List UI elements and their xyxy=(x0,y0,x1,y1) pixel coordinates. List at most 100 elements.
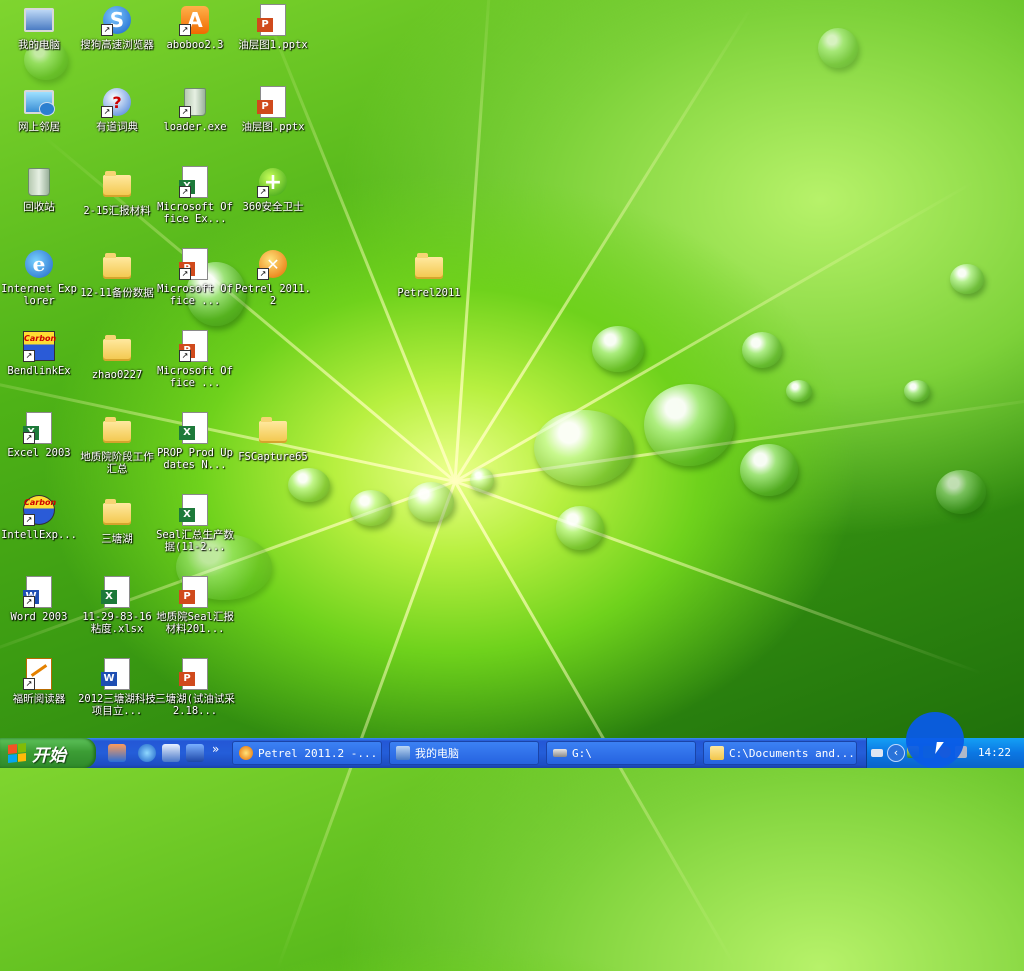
desktop-icon-petrel-2011[interactable]: ✕ ↗ Petrel 2011.2 xyxy=(232,248,314,307)
desktop-icon-label: Word 2003 xyxy=(10,611,68,623)
desktop-icon-label: Petrel 2011.2 xyxy=(235,283,311,307)
desktop-icon-aboboo[interactable]: A ↗ aboboo2.3 xyxy=(154,4,236,51)
taskbar: 开始 » Petrel 2011.2 -... 我的电脑 G:\ C:\Docu… xyxy=(0,738,1024,768)
start-button[interactable]: 开始 xyxy=(0,738,96,768)
folder-icon xyxy=(101,334,133,366)
internet-explorer-icon: e xyxy=(23,248,55,280)
taskbar-task-drive-g[interactable]: G:\ xyxy=(546,741,696,765)
recycle-bin-icon xyxy=(23,166,55,198)
folder-icon xyxy=(101,170,133,202)
tray-expand-icon[interactable]: ‹ xyxy=(887,744,905,762)
desktop-icon-project-doc[interactable]: W 2012三塘湖科技项目立... xyxy=(76,658,158,717)
desktop-icon-petrel2011-folder[interactable]: Petrel2011 xyxy=(388,252,470,299)
powerpoint-file-icon: P xyxy=(257,4,289,36)
desktop-icon-label: 三塘湖 xyxy=(101,533,133,545)
excel-file-icon: X xyxy=(101,576,133,608)
desktop-icon-label: 油层图1.pptx xyxy=(238,39,308,51)
taskbar-task-my-computer[interactable]: 我的电脑 xyxy=(389,741,539,765)
desktop-icon-folder-geology[interactable]: 地质院阶段工作汇总 xyxy=(76,416,158,475)
desktop-icon-my-computer[interactable]: 我的电脑 xyxy=(0,4,80,51)
aboboo-icon: A ↗ xyxy=(179,4,211,36)
desktop-icon-powerpoint-office[interactable]: P↗ Microsoft Office ... xyxy=(154,248,236,307)
desktop-icon-folder-santanghu[interactable]: 三塘湖 xyxy=(76,498,158,545)
desktop-icon-excel-office[interactable]: X↗ Microsoft Office Ex... xyxy=(154,166,236,225)
desktop-icon-seal-data[interactable]: X Seal汇总生产数据(11-2... xyxy=(154,494,236,553)
loader-exe-icon: ↗ xyxy=(179,86,211,118)
desktop-icon-viscosity-xlsx[interactable]: X 11-29-83-16 粘度.xlsx xyxy=(76,576,158,635)
folder-icon xyxy=(710,746,724,760)
desktop-icon-folder-2-15[interactable]: 2-15汇报材料 xyxy=(76,170,158,217)
word-icon: W↗ xyxy=(23,576,55,608)
desktop-icon-label: IntellExp... xyxy=(1,529,77,541)
carbon-app-icon: Carbon ↗ xyxy=(23,494,56,526)
taskbar-task-documents[interactable]: C:\Documents and... xyxy=(703,741,857,765)
desktop-icon-label: 11-29-83-16 粘度.xlsx xyxy=(82,611,152,635)
sogou-browser-icon: S ↗ xyxy=(101,4,133,36)
desktop-icon-loader-exe[interactable]: ↗ loader.exe xyxy=(154,86,236,133)
desktop-icon-internet-explorer[interactable]: e Internet Explorer xyxy=(0,248,80,307)
desktop-icon-fscapture[interactable]: FSCapture65 xyxy=(232,416,314,463)
my-computer-icon xyxy=(396,746,410,760)
petrel-icon: ✕ ↗ xyxy=(257,248,289,280)
clock[interactable]: 14:22 xyxy=(978,746,1011,759)
desktop-icon-santanghu-pptx[interactable]: P 三塘湖(试油试采2.18... xyxy=(154,658,236,717)
desktop-icon-word-2003[interactable]: W↗ Word 2003 xyxy=(0,576,80,623)
desktop-icon-label: 360安全卫士 xyxy=(242,201,304,213)
taskbar-task-petrel[interactable]: Petrel 2011.2 -... xyxy=(232,741,382,765)
windows-logo-icon xyxy=(8,743,26,763)
powerpoint-file-icon: P xyxy=(257,86,289,118)
desktop-icon-label: aboboo2.3 xyxy=(166,39,224,51)
folder-icon xyxy=(101,252,133,284)
folder-icon xyxy=(257,416,289,448)
folder-icon xyxy=(101,498,133,530)
desktop-icon-label: Petrel2011 xyxy=(397,287,461,299)
desktop-icon-youceng-pptx[interactable]: P 油层图.pptx xyxy=(232,86,314,133)
desktop-icon-label: 有道词典 xyxy=(96,121,138,133)
media-quick-launch-icon[interactable] xyxy=(186,744,204,762)
task-label: Petrel 2011.2 -... xyxy=(258,746,378,760)
youdao-dictionary-icon: ? ↗ xyxy=(101,86,133,118)
powerpoint-file-icon: P xyxy=(179,658,211,690)
cursor-highlight xyxy=(906,712,964,768)
desktop-icon-prop-updates[interactable]: X PROP Prod Updates N... xyxy=(154,412,236,471)
desktop-icon-label: 油层图.pptx xyxy=(241,121,305,133)
desktop-icon-label: 12-11备份数据 xyxy=(80,287,154,299)
desktop-icon-label: 三塘湖(试油试采2.18... xyxy=(155,693,235,717)
desktop-icon-youceng-1-pptx[interactable]: P 油层图1.pptx xyxy=(232,4,314,51)
folder-icon xyxy=(413,252,445,284)
show-desktop-icon[interactable] xyxy=(108,744,126,762)
desktop-icon-bendlinkex[interactable]: Carbon ↗ BendlinkEx xyxy=(0,330,80,377)
drive-icon xyxy=(553,749,567,757)
desktop-icon-folder-zhao0227[interactable]: zhao0227 xyxy=(76,334,158,381)
outlook-quick-launch-icon[interactable] xyxy=(162,744,180,762)
desktop-icon-label: 福昕阅读器 xyxy=(12,693,66,705)
quick-launch-chevron-icon[interactable]: » xyxy=(212,742,219,756)
desktop-icon-label: 地质院阶段工作汇总 xyxy=(80,451,154,475)
desktop-icon-folder-12-11[interactable]: 12-11备份数据 xyxy=(76,252,158,299)
excel-file-icon: X xyxy=(179,494,211,526)
powerpoint-icon: P↗ xyxy=(179,248,211,280)
desktop-icon-intellexp[interactable]: Carbon ↗ IntellExp... xyxy=(0,494,80,541)
ie-quick-launch-icon[interactable] xyxy=(138,744,156,762)
desktop-icon-label: Microsoft Office ... xyxy=(157,365,233,389)
keyboard-icon[interactable] xyxy=(871,749,883,757)
excel-file-icon: X xyxy=(179,412,211,444)
desktop-icon-label: BendlinkEx xyxy=(7,365,71,377)
desktop-icon-360-safe[interactable]: + ↗ 360安全卫士 xyxy=(232,166,314,213)
carbon-app-icon: Carbon ↗ xyxy=(23,330,56,362)
desktop-icon-label: 搜狗高速浏览器 xyxy=(80,39,154,51)
desktop-icon-network[interactable]: 网上邻居 xyxy=(0,86,80,133)
desktop-icon-label: Seal汇总生产数据(11-2... xyxy=(156,529,234,553)
my-computer-icon xyxy=(23,4,55,36)
desktop-icon-label: 回收站 xyxy=(23,201,55,213)
desktop-icon-sogou-browser[interactable]: S ↗ 搜狗高速浏览器 xyxy=(76,4,158,51)
desktop-icon-powerpoint-office-2[interactable]: P↗ Microsoft Office ... xyxy=(154,330,236,389)
desktop-icon-foxit-reader[interactable]: ↗ 福昕阅读器 xyxy=(0,658,80,705)
task-label: 我的电脑 xyxy=(415,747,459,760)
desktop-icon-youdao-dictionary[interactable]: ? ↗ 有道词典 xyxy=(76,86,158,133)
petrel-icon xyxy=(239,746,253,760)
desktop-icon-excel-2003[interactable]: X↗ Excel 2003 xyxy=(0,412,80,459)
desktop-icon-label: 网上邻居 xyxy=(18,121,60,133)
desktop-icon-seal-report[interactable]: P 地质院Seal汇报材料201... xyxy=(154,576,236,635)
desktop-icon-recycle-bin[interactable]: 回收站 xyxy=(0,166,80,213)
